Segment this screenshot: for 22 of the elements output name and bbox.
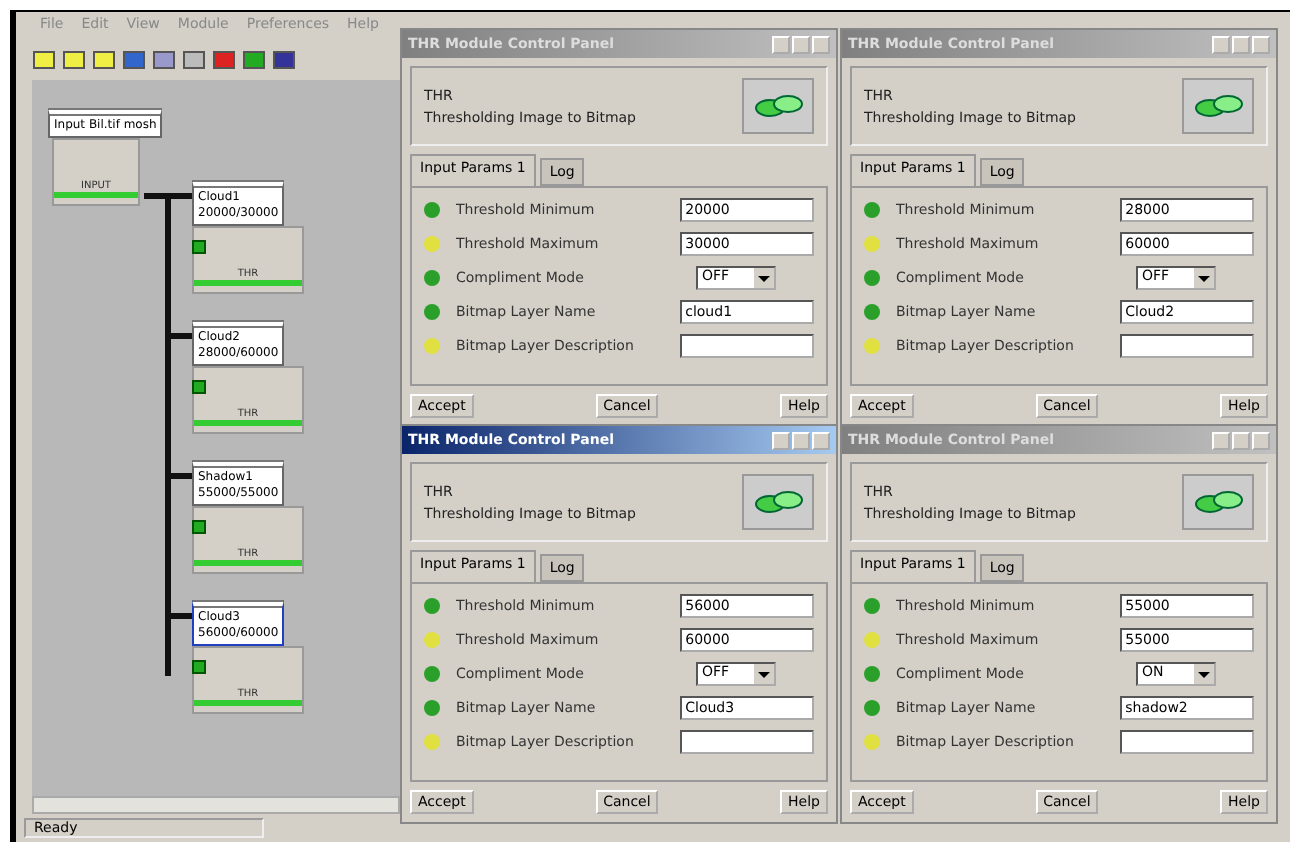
input-field[interactable]: [679, 730, 814, 754]
module-button[interactable]: [742, 474, 814, 530]
module-button[interactable]: [742, 78, 814, 134]
module-button[interactable]: [1182, 78, 1254, 134]
toolbar-icon[interactable]: [122, 48, 146, 72]
toolbar-icon[interactable]: [62, 48, 86, 72]
input-port[interactable]: [192, 240, 206, 254]
input-field[interactable]: [1119, 730, 1254, 754]
toolbar-icon[interactable]: [182, 48, 206, 72]
toolbar-icon[interactable]: [272, 48, 296, 72]
input-field[interactable]: [1119, 334, 1254, 358]
input-field[interactable]: [679, 334, 814, 358]
toolbar-icon[interactable]: [212, 48, 236, 72]
module-button[interactable]: [1182, 474, 1254, 530]
input-port[interactable]: [192, 380, 206, 394]
horizontal-scrollbar[interactable]: [32, 796, 400, 814]
input-port[interactable]: [192, 660, 206, 674]
toolbar-icon[interactable]: [152, 48, 176, 72]
toolbar-icon[interactable]: [242, 48, 266, 72]
input-port[interactable]: [192, 520, 206, 534]
toolbar-icon[interactable]: [92, 48, 116, 72]
toolbar-icon[interactable]: [32, 48, 56, 72]
